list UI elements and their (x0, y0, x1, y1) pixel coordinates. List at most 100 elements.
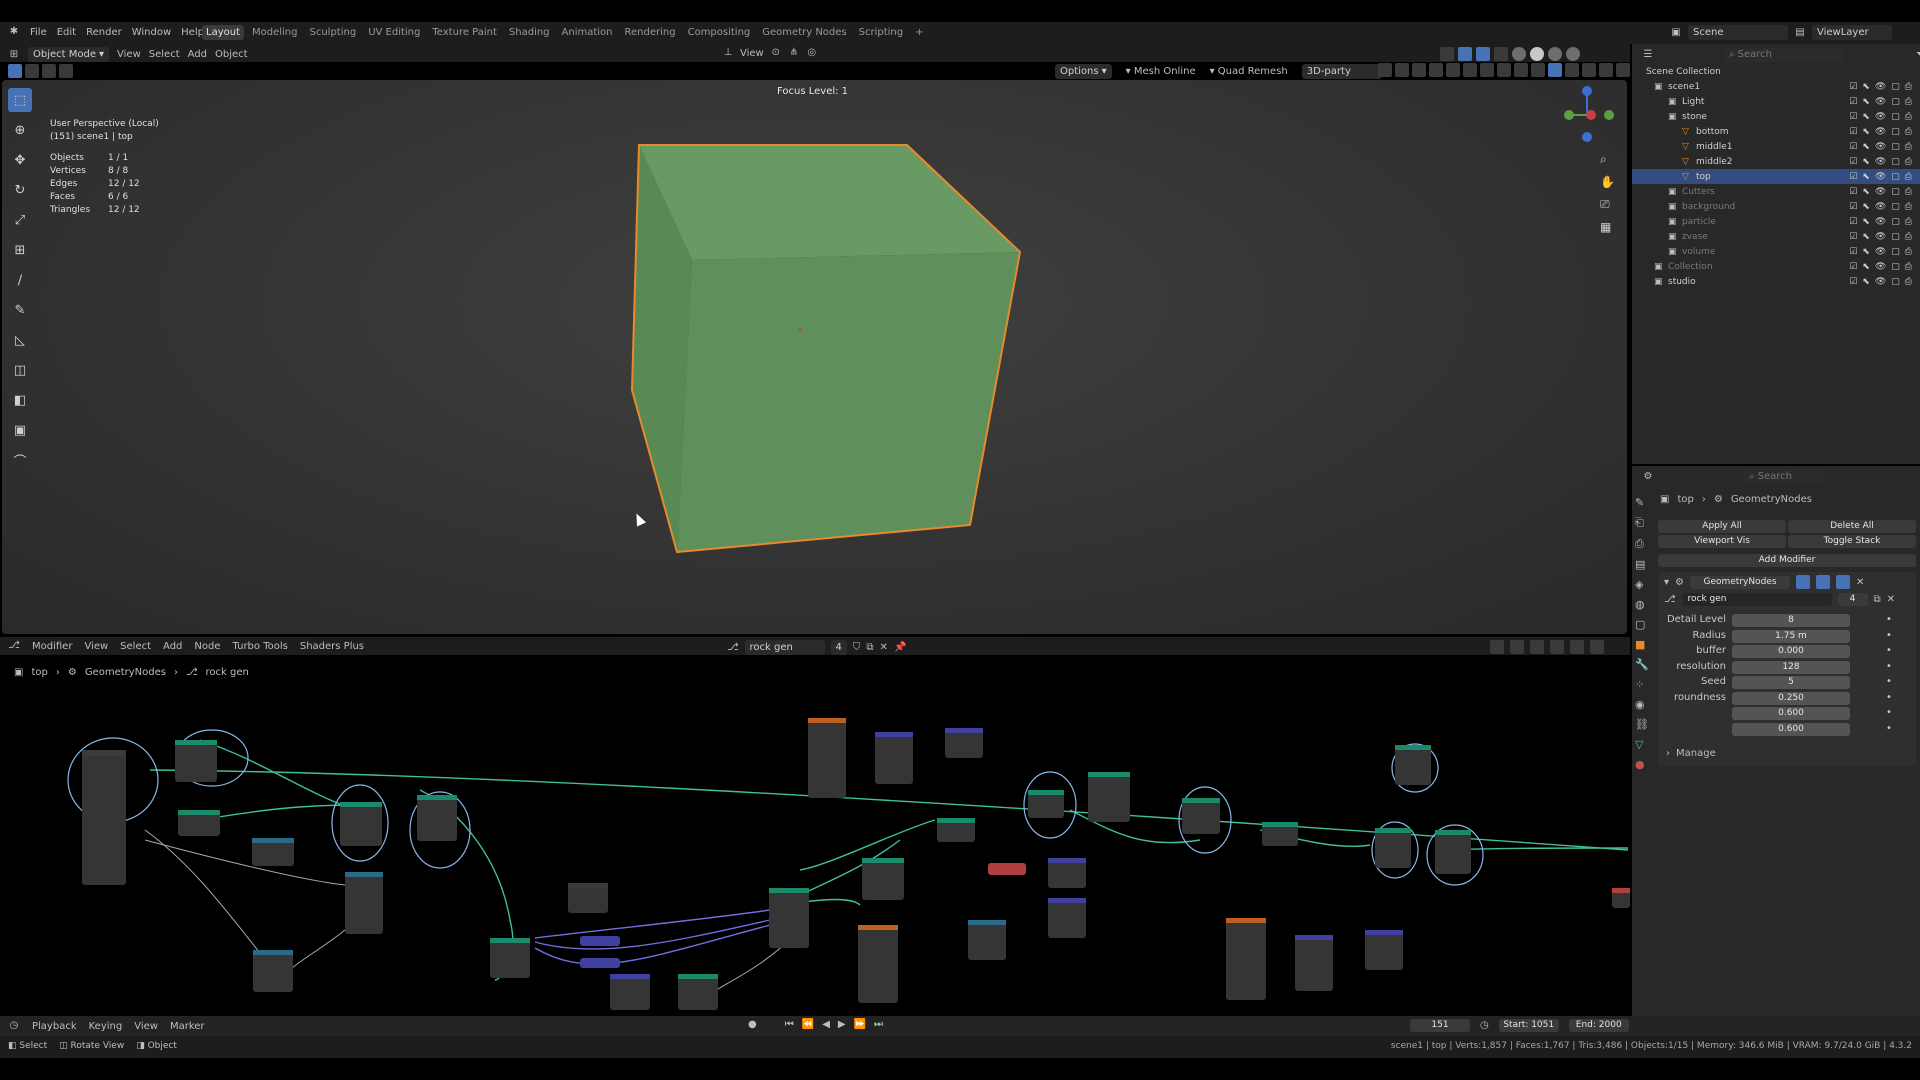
node[interactable] (490, 938, 530, 978)
object-tab-icon[interactable]: ■ (1635, 638, 1653, 651)
node[interactable] (252, 838, 294, 866)
gizmo-toggle-icon[interactable] (1458, 47, 1472, 61)
eye-icon[interactable]: 👁 (1875, 112, 1886, 122)
visibility-toggles[interactable]: ☑ ⬉ 👁 ▢ ⎙ (1849, 82, 1912, 92)
param-field[interactable]: 128 (1732, 660, 1850, 674)
end-frame-field[interactable]: End: 2000 (1568, 1019, 1629, 1032)
visibility-toggles[interactable]: ☑ ⬉ 👁 ▢ ⎙ (1849, 142, 1912, 152)
modifier-name-field[interactable]: GeometryNodes (1690, 575, 1790, 589)
move-tool-icon[interactable]: ✥ (8, 148, 32, 172)
node[interactable] (988, 863, 1026, 875)
eye-icon[interactable]: 👁 (1875, 82, 1886, 92)
delete-all-button[interactable]: Delete All (1788, 520, 1916, 533)
outliner-item[interactable]: ▣ stone ☑ ⬉ 👁 ▢ ⎙ (1632, 109, 1920, 124)
tab-layout[interactable]: Layout (202, 25, 244, 40)
addon-dropdown[interactable]: 3D-party (1301, 64, 1382, 79)
keyframe-dot-icon[interactable]: • (1886, 692, 1892, 703)
param-field[interactable]: 0.600 (1732, 722, 1850, 736)
duplicate-icon[interactable]: ⧉ (1874, 594, 1881, 605)
node[interactable] (1028, 790, 1064, 818)
node[interactable] (175, 740, 217, 782)
backdrop-icon[interactable] (1530, 640, 1544, 654)
extrude-tool-icon[interactable]: ◧ (8, 388, 32, 412)
param-field[interactable]: 0.600 (1732, 707, 1850, 720)
node[interactable] (568, 883, 608, 913)
exclude-checkbox-icon[interactable]: ☑ (1849, 172, 1857, 182)
pin-icon[interactable]: 📌 (894, 642, 906, 653)
viewport-icon[interactable]: ▢ (1891, 187, 1900, 197)
jump-start-icon[interactable]: ⏮ (785, 1019, 794, 1030)
options-dropdown[interactable]: Options ▾ (1055, 64, 1112, 79)
node[interactable] (937, 818, 975, 842)
menu-help[interactable]: Help (181, 27, 204, 38)
z-axis-icon[interactable] (1582, 86, 1592, 96)
outliner-item[interactable]: ▣ scene1 ☑ ⬉ 👁 ▢ ⎙ (1632, 79, 1920, 94)
tool-icon[interactable] (1378, 63, 1392, 77)
solid-shading-icon[interactable] (1530, 47, 1544, 61)
outliner-root[interactable]: Scene Collection (1632, 64, 1920, 79)
viewport-icon[interactable]: ▢ (1891, 232, 1900, 242)
camera-icon[interactable]: ⎙ (1905, 187, 1912, 197)
visibility-toggles[interactable]: ☑ ⬉ 👁 ▢ ⎙ (1849, 187, 1912, 197)
select-extend-icon[interactable] (25, 64, 39, 78)
record-icon[interactable]: ● (748, 1019, 757, 1030)
viewport-icon[interactable]: ▢ (1891, 112, 1900, 122)
modifier-tab-icon[interactable]: 🔧 (1635, 658, 1653, 671)
close-icon[interactable]: ✕ (1887, 594, 1895, 605)
exclude-checkbox-icon[interactable]: ☑ (1849, 97, 1857, 107)
3d-viewport[interactable]: User Perspective (Local) (151) scene1 | … (2, 80, 1627, 634)
exclude-checkbox-icon[interactable]: ☑ (1849, 142, 1857, 152)
world-tab-icon[interactable]: ◍ (1635, 598, 1653, 611)
tool-icon[interactable] (1480, 63, 1494, 77)
eye-icon[interactable]: 👁 (1875, 127, 1886, 137)
exclude-checkbox-icon[interactable]: ☑ (1849, 202, 1857, 212)
viewport-icon[interactable]: ▢ (1891, 82, 1900, 92)
keyframe-dot-icon[interactable]: • (1886, 723, 1892, 734)
collection-tab-icon[interactable]: ▢ (1635, 618, 1653, 631)
overlay-toggle-icon[interactable] (1476, 47, 1490, 61)
exclude-checkbox-icon[interactable]: ☑ (1849, 127, 1857, 137)
outliner-item[interactable]: ▽ bottom ☑ ⬉ 👁 ▢ ⎙ (1632, 124, 1920, 139)
outliner-item[interactable]: ▽ top ☑ ⬉ 👁 ▢ ⎙ (1632, 169, 1920, 184)
measure-tool-icon[interactable]: ◺ (8, 328, 32, 352)
cursor-tool-icon[interactable]: ⊕ (8, 118, 32, 142)
keyframe-dot-icon[interactable]: • (1886, 614, 1892, 625)
node[interactable] (1295, 935, 1333, 991)
select-arrow-icon[interactable]: ⬉ (1862, 232, 1870, 242)
keyframe-dot-icon[interactable]: • (1886, 630, 1892, 641)
eye-icon[interactable]: 👁 (1875, 247, 1886, 257)
scale-tool-icon[interactable]: ⤢ (8, 208, 32, 232)
viewport-icon[interactable]: ▢ (1891, 277, 1900, 287)
duplicate-icon[interactable]: ⧉ (866, 642, 873, 653)
node[interactable] (82, 825, 126, 885)
outliner-item[interactable]: ▣ volume ☑ ⬉ 👁 ▢ ⎙ (1632, 244, 1920, 259)
viewport-icon[interactable]: ▢ (1891, 157, 1900, 167)
keyframe-dot-icon[interactable]: • (1886, 645, 1892, 656)
exclude-checkbox-icon[interactable]: ☑ (1849, 187, 1857, 197)
eye-icon[interactable]: 👁 (1875, 232, 1886, 242)
keyframe-dot-icon[interactable]: • (1886, 707, 1892, 718)
particles-tab-icon[interactable]: ⁘ (1635, 678, 1653, 691)
tab-uv-editing[interactable]: UV Editing (364, 25, 424, 40)
mode-dropdown[interactable]: Object Mode ▾ (28, 47, 110, 62)
menu-view[interactable]: View (134, 1021, 158, 1032)
viewport-toggle-icon[interactable] (1816, 575, 1830, 589)
add-workspace-icon[interactable]: + (911, 25, 927, 40)
node-group-users[interactable]: 4 (1837, 593, 1868, 606)
visibility-toggles[interactable]: ☑ ⬉ 👁 ▢ ⎙ (1849, 127, 1912, 137)
eye-icon[interactable]: 👁 (1875, 202, 1886, 212)
editor-type-icon[interactable]: ⊞ (8, 49, 20, 61)
add-cube-tool-icon[interactable]: ◫ (8, 358, 32, 382)
node[interactable] (1395, 745, 1431, 785)
node[interactable] (858, 925, 898, 1003)
breadcrumb-modifier[interactable]: GeometryNodes (1731, 494, 1812, 505)
menu-marker[interactable]: Marker (170, 1021, 205, 1032)
visibility-toggles[interactable]: ☑ ⬉ 👁 ▢ ⎙ (1849, 217, 1912, 227)
select-arrow-icon[interactable]: ⬉ (1862, 247, 1870, 257)
material-shading-icon[interactable] (1548, 47, 1562, 61)
node[interactable] (1226, 918, 1266, 1000)
outliner-item[interactable]: ▣ background ☑ ⬉ 👁 ▢ ⎙ (1632, 199, 1920, 214)
rendered-shading-icon[interactable] (1566, 47, 1580, 61)
fake-user-icon[interactable]: ⛉ (853, 642, 861, 653)
gear-icon[interactable] (1599, 63, 1613, 77)
